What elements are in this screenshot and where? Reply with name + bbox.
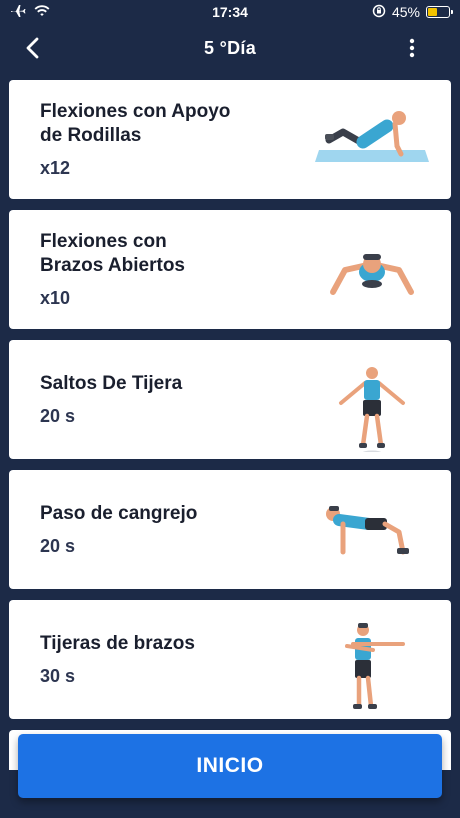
wide-pushup-illustration (330, 254, 414, 295)
exercise-card[interactable]: Paso de cangrejo 20 s (9, 470, 451, 589)
exercise-card[interactable]: Flexiones con Brazos Abiertos x10 (9, 210, 451, 329)
exercise-card[interactable]: Tijeras de brazos 30 s (9, 600, 451, 719)
jumping-jacks-illustration (339, 367, 405, 452)
airplane-mode-icon (10, 4, 26, 21)
exercise-name: Flexiones con Brazos Abiertos (40, 231, 185, 276)
exercise-card[interactable]: Flexiones con Apoyo de Rodillas x12 (9, 80, 451, 199)
exercise-duration: 30 s (40, 666, 76, 686)
crab-walk-illustration (326, 506, 409, 555)
exercise-reps: x10 (40, 288, 71, 308)
exercise-duration: 20 s (40, 536, 76, 556)
chevron-left-icon (26, 37, 39, 59)
exercise-list: Flexiones con Apoyo de Rodillas x12 Flex… (9, 80, 451, 730)
knee-pushup-illustration (315, 111, 429, 162)
back-button[interactable] (18, 34, 46, 62)
exercise-name: Paso de cangrejo (40, 503, 198, 524)
more-options-button[interactable] (402, 34, 422, 62)
start-button[interactable]: INICIO (18, 734, 442, 798)
more-vertical-icon (409, 38, 415, 58)
exercise-card[interactable]: Saltos De Tijera 20 s (9, 340, 451, 459)
wifi-icon (34, 4, 50, 20)
exercise-name: Flexiones con Apoyo de Rodillas (40, 101, 231, 146)
arm-scissors-illustration (345, 623, 405, 709)
exercise-name: Saltos De Tijera (40, 373, 183, 394)
battery-icon (426, 6, 453, 18)
exercise-duration: 20 s (40, 406, 76, 426)
status-time: 17:34 (212, 4, 248, 20)
start-button-container: INICIO (18, 734, 442, 798)
exercise-name: Tijeras de brazos (40, 633, 195, 654)
status-bar: 17:34 45% (0, 0, 460, 24)
battery-level (428, 8, 437, 16)
orientation-lock-icon (372, 4, 386, 21)
exercise-reps: x12 (40, 158, 71, 178)
page-title: 5 °Día (203, 37, 257, 58)
battery-percentage: 45% (391, 4, 420, 20)
app-header: 5 °Día (0, 28, 460, 68)
